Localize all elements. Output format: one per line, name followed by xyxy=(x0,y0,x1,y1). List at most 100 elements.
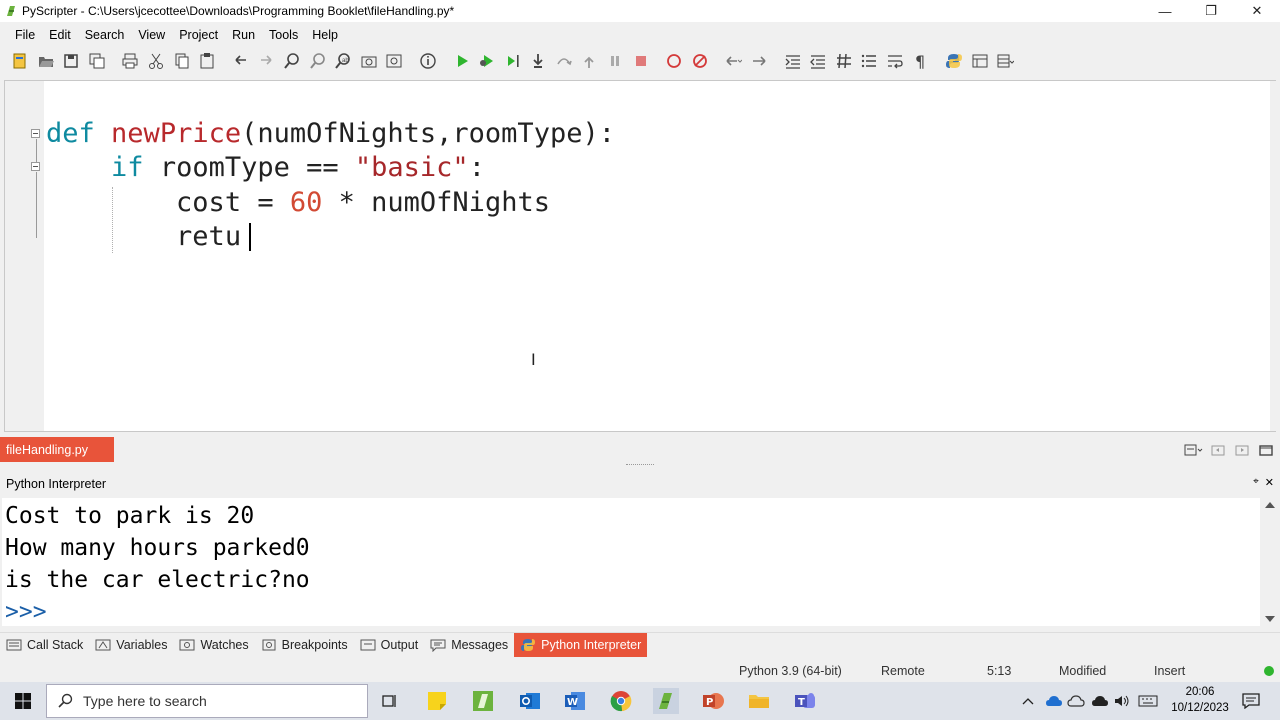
file-explorer-icon[interactable] xyxy=(746,688,772,714)
teams-icon[interactable]: T xyxy=(792,688,818,714)
tab-breakpoints[interactable]: Breakpoints xyxy=(255,633,354,657)
task-view-icon[interactable] xyxy=(377,688,403,714)
powerpoint-icon[interactable]: P xyxy=(700,688,726,714)
restore-button[interactable]: ❐ xyxy=(1188,0,1234,22)
close-panel-icon[interactable]: ✕ xyxy=(1265,476,1274,489)
splitter-grip[interactable] xyxy=(626,464,654,467)
info-icon[interactable] xyxy=(416,50,440,72)
sticky-notes-icon[interactable] xyxy=(424,688,450,714)
comment-icon[interactable] xyxy=(832,50,856,72)
keyboard-icon[interactable] xyxy=(1136,688,1160,714)
save-icon[interactable] xyxy=(59,50,83,72)
back-icon[interactable] xyxy=(721,50,745,72)
replace-icon[interactable]: ab xyxy=(331,50,355,72)
tab-filehandling[interactable]: fileHandling.py xyxy=(0,437,114,462)
close-window-button[interactable]: ✕ xyxy=(1234,0,1280,22)
scroll-up-icon[interactable] xyxy=(1265,502,1275,508)
find-in-files-icon[interactable] xyxy=(357,50,381,72)
taskbar-search[interactable]: Type here to search xyxy=(46,684,368,718)
new-file-icon[interactable] xyxy=(8,50,32,72)
find-icon[interactable] xyxy=(280,50,304,72)
tab-python-interpreter[interactable]: Python Interpreter xyxy=(514,632,648,657)
notifications-icon[interactable] xyxy=(1238,688,1264,714)
print-icon[interactable] xyxy=(118,50,142,72)
new-tab-icon[interactable] xyxy=(1254,440,1278,460)
pyscripter-active-icon[interactable] xyxy=(653,688,679,714)
menu-search[interactable]: Search xyxy=(78,28,132,42)
engine-status[interactable]: Remote xyxy=(881,664,925,678)
modified-status: Modified xyxy=(1059,664,1107,678)
code-line-2: if roomType == "basic": xyxy=(46,151,485,185)
pilcrow-icon[interactable]: ¶ xyxy=(909,50,933,72)
tab-list-icon[interactable] xyxy=(1182,440,1206,460)
step-out-icon[interactable] xyxy=(577,50,601,72)
network-icon[interactable] xyxy=(1090,688,1110,714)
tab-watches[interactable]: Watches xyxy=(173,633,254,657)
next-tab-icon[interactable] xyxy=(1230,440,1254,460)
run-icon[interactable] xyxy=(450,50,474,72)
cut-icon[interactable] xyxy=(144,50,168,72)
copy-icon[interactable] xyxy=(170,50,194,72)
tray-overflow-icon[interactable] xyxy=(1020,688,1036,714)
dedent-icon[interactable] xyxy=(806,50,830,72)
word-wrap-icon[interactable] xyxy=(883,50,907,72)
tab-call-stack[interactable]: Call Stack xyxy=(0,633,89,657)
layout-icon[interactable] xyxy=(968,50,992,72)
minimize-button[interactable]: — xyxy=(1142,0,1188,22)
menu-help[interactable]: Help xyxy=(305,28,345,42)
run-to-cursor-icon[interactable] xyxy=(501,50,525,72)
editor-scrollbar[interactable] xyxy=(1270,81,1276,431)
save-all-icon[interactable] xyxy=(85,50,109,72)
taskbar-clock[interactable]: 20:06 10/12/2023 xyxy=(1170,684,1230,716)
watches-icon xyxy=(179,639,195,650)
redo-icon[interactable] xyxy=(254,50,278,72)
python-version-status[interactable]: Python 3.9 (64-bit) xyxy=(739,664,842,678)
python-icon[interactable] xyxy=(942,50,966,72)
code-editor[interactable]: def newPrice(numOfNights,roomType): if r… xyxy=(44,81,1270,431)
fold-marker-def[interactable] xyxy=(31,129,40,138)
interpreter-console[interactable]: Cost to park is 20 How many hours parked… xyxy=(2,498,1260,626)
stop-icon[interactable] xyxy=(629,50,653,72)
menu-view[interactable]: View xyxy=(131,28,172,42)
find-next-icon[interactable] xyxy=(306,50,330,72)
interpreter-scrollbar[interactable] xyxy=(1262,498,1278,626)
previous-tab-icon[interactable] xyxy=(1206,440,1230,460)
menu-project[interactable]: Project xyxy=(172,28,225,42)
indent-icon[interactable] xyxy=(781,50,805,72)
open-icon[interactable] xyxy=(34,50,58,72)
clear-breakpoints-icon[interactable] xyxy=(688,50,712,72)
volume-icon[interactable] xyxy=(1112,688,1132,714)
debug-icon[interactable] xyxy=(475,50,499,72)
layout-menu-icon[interactable] xyxy=(993,50,1017,72)
scroll-down-icon[interactable] xyxy=(1265,616,1275,622)
tab-variables[interactable]: Variables xyxy=(89,633,173,657)
fold-marker-if[interactable] xyxy=(31,162,40,171)
tab-messages[interactable]: Messages xyxy=(424,633,514,657)
paste-icon[interactable] xyxy=(195,50,219,72)
chrome-icon[interactable] xyxy=(608,688,634,714)
step-over-icon[interactable] xyxy=(552,50,576,72)
undo-icon[interactable] xyxy=(229,50,253,72)
step-into-icon[interactable] xyxy=(526,50,550,72)
tab-output[interactable]: Output xyxy=(354,633,425,657)
cloud-sync-icon[interactable] xyxy=(1044,688,1064,714)
variables-icon xyxy=(95,639,111,650)
code-text: cost = xyxy=(176,187,274,218)
word-icon[interactable]: W xyxy=(562,688,588,714)
windows-start-icon[interactable] xyxy=(10,688,36,714)
list-icon[interactable] xyxy=(857,50,881,72)
menu-edit[interactable]: Edit xyxy=(42,28,78,42)
onedrive-icon[interactable] xyxy=(1066,688,1086,714)
pin-icon[interactable]: ⌖ xyxy=(1253,476,1259,489)
pause-icon[interactable] xyxy=(603,50,627,72)
code-text: roomType == xyxy=(159,152,339,183)
goto-icon[interactable] xyxy=(382,50,406,72)
menu-file[interactable]: File xyxy=(8,28,42,42)
menu-run[interactable]: Run xyxy=(225,28,262,42)
menu-tools[interactable]: Tools xyxy=(262,28,305,42)
toggle-breakpoint-icon[interactable] xyxy=(662,50,686,72)
forward-icon[interactable] xyxy=(747,50,771,72)
pyscripter-taskbar-icon[interactable] xyxy=(470,688,496,714)
svg-text:P: P xyxy=(706,697,713,708)
outlook-icon[interactable] xyxy=(517,688,543,714)
